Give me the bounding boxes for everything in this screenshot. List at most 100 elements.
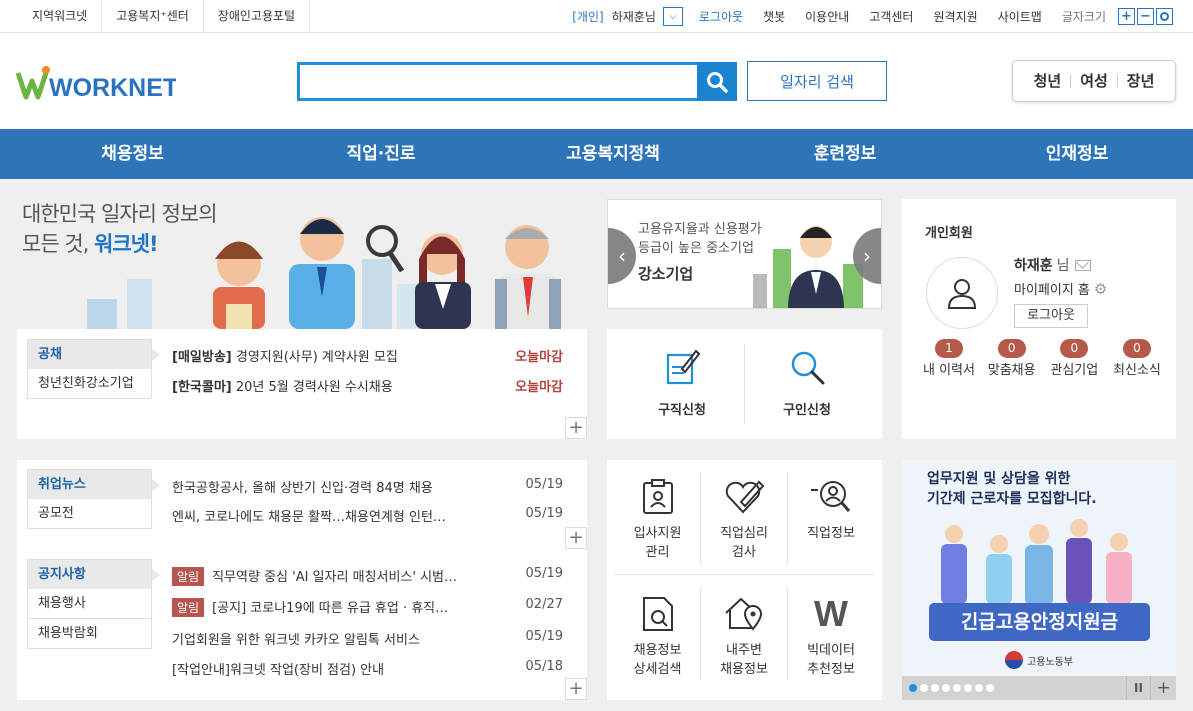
ad-more-button[interactable]: +: [1150, 676, 1176, 700]
tab-job-fair[interactable]: 채용박람회: [27, 619, 152, 649]
taegeuk-icon: [1005, 651, 1023, 669]
list-item[interactable]: 알림 직무역량 중심 'AI 일자리 매칭서비스' 시범… 05/19: [172, 566, 563, 586]
service-nearby-jobs[interactable]: 내주변 채용정보: [701, 595, 787, 679]
list-item[interactable]: 알림 [공지] 코로나19에 따른 유급 휴업 · 휴직… 02/27: [172, 597, 563, 617]
font-decrease-button[interactable]: −: [1137, 7, 1154, 25]
slide-dot[interactable]: [975, 684, 983, 692]
tab-youth-friendly[interactable]: 청년친화강소기업: [27, 369, 152, 399]
service-label: 빅데이터: [807, 643, 855, 658]
font-increase-button[interactable]: +: [1118, 7, 1135, 25]
member-title: 개인회원: [925, 226, 973, 241]
small-giant-banner[interactable]: 고용유지율과 신용평가 등급이 높은 중소기업 강소기업 ‹ ›: [607, 199, 882, 309]
slide-dot[interactable]: [964, 684, 972, 692]
due-badge: 오늘마감: [515, 380, 563, 395]
job-title: 20년 5월 경력사원 수시채용: [235, 380, 393, 395]
gear-icon: ⚙: [1093, 279, 1108, 298]
search-button[interactable]: [697, 62, 737, 101]
list-item[interactable]: [한국콜마] 20년 5월 경력사원 수시채용 오늘마감: [172, 376, 563, 396]
nav-welfare-policy[interactable]: 고용복지정책: [497, 129, 729, 179]
search-input[interactable]: [297, 62, 697, 101]
list-item[interactable]: [작업안내]워크넷 작업(장비 점검) 안내 05/18: [172, 659, 563, 679]
tab-public-recruit[interactable]: 공채: [27, 339, 160, 369]
pause-button[interactable]: II: [1126, 676, 1150, 700]
slide-dots: [909, 684, 994, 692]
list-item[interactable]: 기업회원을 위한 워크넷 카카오 알림톡 서비스 05/19: [172, 629, 563, 649]
link-regional-worknet[interactable]: 지역워크넷: [18, 0, 103, 32]
workers-illustration: [941, 519, 1132, 605]
service-job-info[interactable]: 직업정보: [788, 478, 874, 543]
logo-text: WORKNET: [49, 74, 176, 101]
mypage-label: 마이페이지 홈: [1014, 283, 1090, 298]
service-label: 내주변: [726, 643, 762, 658]
ad-banner[interactable]: 업무지원 및 상담을 위한 기간제 근로자를 모집합니다. 긴급고용안정지원금 …: [902, 460, 1176, 700]
house-location-icon: [725, 597, 763, 631]
stat-resume[interactable]: 1 내 이력서: [918, 339, 980, 380]
ad-headline: 긴급고용안정지원금: [929, 603, 1150, 641]
tab-recruit-event[interactable]: 채용행사: [27, 589, 152, 619]
logout-link[interactable]: 로그아웃: [699, 8, 743, 25]
tab-senior[interactable]: 장년: [1118, 74, 1164, 89]
slide-dot[interactable]: [942, 684, 950, 692]
stat-count: 1: [935, 339, 963, 358]
link-customer-center[interactable]: 고객센터: [869, 8, 913, 25]
plus-icon: +: [568, 678, 584, 699]
user-dropdown-button[interactable]: ⌵: [662, 6, 683, 26]
tab-contest[interactable]: 공모전: [27, 499, 152, 529]
link-sitemap[interactable]: 사이트맵: [998, 8, 1042, 25]
notice-tag: 알림: [172, 567, 205, 586]
slide-dot-active[interactable]: [909, 684, 917, 692]
link-guide[interactable]: 이용안내: [805, 8, 849, 25]
recruit-apply-link[interactable]: 구인신청: [752, 347, 862, 420]
tab-job-news[interactable]: 취업뉴스: [27, 469, 160, 499]
main-navigation: 채용정보 직업·진로 고용복지정책 훈련정보 인재정보: [0, 129, 1193, 179]
nav-career[interactable]: 직업·진로: [265, 129, 497, 179]
tab-women[interactable]: 여성: [1071, 74, 1118, 89]
service-application-mgmt[interactable]: 입사지원 관리: [615, 478, 700, 562]
hero-people-illustration: [87, 217, 561, 329]
news-more-button[interactable]: +: [565, 527, 587, 549]
link-remote-support[interactable]: 원격지원: [933, 8, 977, 25]
member-name-row: 하재훈 님: [1014, 255, 1091, 275]
mail-icon[interactable]: [1074, 255, 1091, 271]
nav-talent[interactable]: 인재정보: [961, 129, 1193, 179]
stat-latest-news[interactable]: 0 최신소식: [1106, 339, 1168, 380]
user-utility: [개인] 하재훈님 ⌵ 로그아웃 챗봇 이용안내 고객센터 원격지원 사이트맵 …: [572, 0, 1173, 32]
list-item[interactable]: 한국공항공사, 올해 상반기 신입·경력 84명 채용 05/19: [172, 477, 563, 497]
service-detail-search[interactable]: 채용정보 상세검색: [615, 595, 700, 679]
slide-dot[interactable]: [986, 684, 994, 692]
list-item[interactable]: 엔씨, 코로나에도 채용문 활짝…채용연계형 인턴… 05/19: [172, 506, 563, 526]
notice-title: [공지] 코로나19에 따른 유급 휴업 · 휴직…: [212, 601, 449, 616]
banner-prev-button[interactable]: ‹: [608, 228, 636, 284]
slide-dot[interactable]: [953, 684, 961, 692]
notice-tag: 알림: [172, 598, 205, 617]
family-site-links: 지역워크넷 고용복지⁺센터 장애인고용포털: [18, 0, 311, 32]
job-apply-link[interactable]: 구직신청: [627, 347, 737, 420]
job-search-button[interactable]: 일자리 검색: [747, 61, 887, 101]
link-employment-center[interactable]: 고용복지⁺센터: [102, 0, 204, 32]
clipboard-icon: [642, 479, 673, 514]
stat-label: 내 이력서: [923, 363, 975, 378]
news-tabs: 취업뉴스 공모전: [27, 469, 160, 529]
target-group-tabs: 청년 여성 장년: [1012, 60, 1176, 102]
nav-training[interactable]: 훈련정보: [729, 129, 961, 179]
list-item[interactable]: [매일방송] 경영지원(사무) 계약사원 모집 오늘마감: [172, 346, 563, 366]
stat-interest-company[interactable]: 0 관심기업: [1043, 339, 1105, 380]
nav-recruit-info[interactable]: 채용정보: [0, 129, 265, 179]
circle-icon: [1160, 11, 1169, 21]
slide-dot[interactable]: [920, 684, 928, 692]
worknet-logo[interactable]: WORKNET: [15, 63, 178, 102]
link-chatbot[interactable]: 챗봇: [763, 8, 785, 25]
tab-youth[interactable]: 청년: [1025, 74, 1072, 89]
slide-dot[interactable]: [931, 684, 939, 692]
service-psych-test[interactable]: 직업심리 검사: [701, 478, 787, 562]
link-disabled-portal[interactable]: 장애인고용포털: [204, 0, 311, 32]
font-reset-button[interactable]: [1156, 7, 1173, 25]
member-logout-button[interactable]: 로그아웃: [1014, 304, 1088, 328]
service-bigdata[interactable]: W 빅데이터 추천정보: [788, 595, 874, 679]
more-button[interactable]: +: [565, 417, 587, 439]
stat-custom-recruit[interactable]: 0 맞춤채용: [981, 339, 1043, 380]
tab-notice[interactable]: 공지사항: [27, 559, 160, 589]
divider: [615, 574, 874, 575]
notice-more-button[interactable]: +: [565, 678, 587, 700]
mypage-link[interactable]: 마이페이지 홈 ⚙: [1014, 279, 1108, 299]
